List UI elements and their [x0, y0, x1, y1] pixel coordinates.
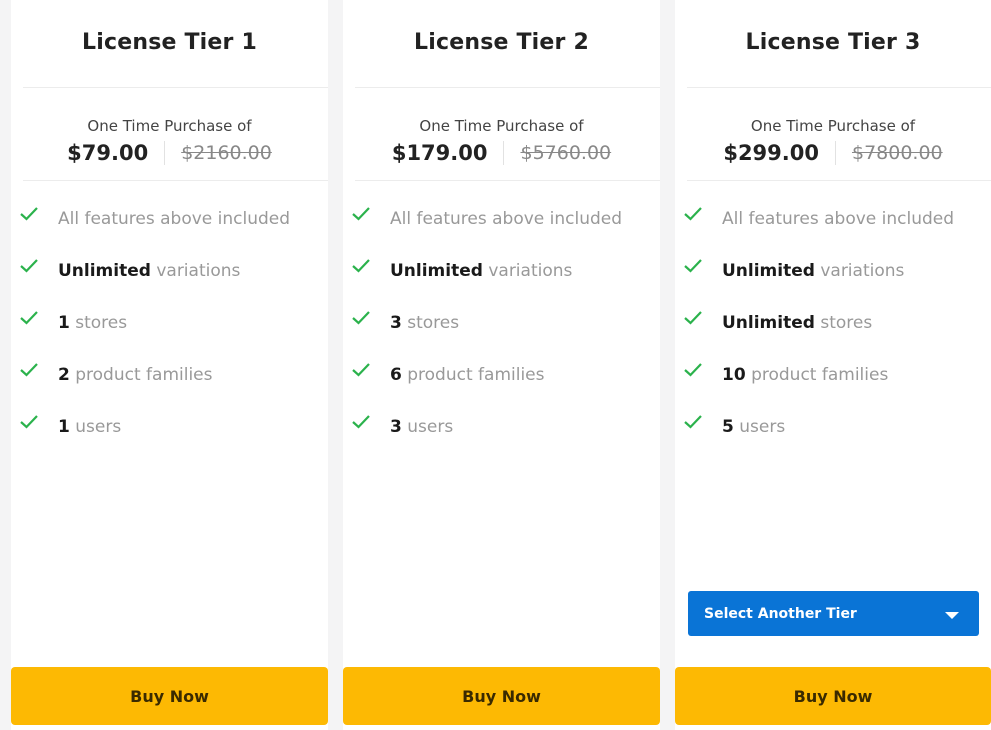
feature-value: 5 — [722, 417, 734, 437]
feature-item: 6 product families — [351, 360, 660, 390]
tier-title: License Tier 2 — [414, 30, 589, 55]
check-icon — [684, 415, 702, 429]
check-icon — [352, 363, 370, 377]
feature-value: 10 — [722, 365, 746, 385]
feature-item: All features above included — [351, 204, 660, 234]
check-icon — [20, 207, 38, 221]
tier-title: License Tier 1 — [82, 30, 257, 55]
price-row: $79.00 $2160.00 — [11, 141, 328, 165]
check-icon — [352, 207, 370, 221]
feature-value: Unlimited — [722, 261, 815, 281]
feature-item: 3 users — [351, 412, 660, 442]
feature-text: stores — [814, 313, 873, 333]
check-icon — [352, 259, 370, 273]
feature-text: variations — [150, 261, 241, 281]
check-icon — [684, 311, 702, 325]
tier-card-3: License Tier 3 One Time Purchase of $299… — [675, 0, 991, 730]
feature-text: users — [69, 417, 122, 437]
check-icon — [684, 363, 702, 377]
feature-item: Unlimited stores — [683, 308, 991, 338]
feature-value: 3 — [390, 417, 402, 437]
old-price: $5760.00 — [520, 142, 612, 164]
tier-card-2: License Tier 2 One Time Purchase of $179… — [343, 0, 660, 730]
purchase-label: One Time Purchase of — [419, 117, 584, 135]
feature-text: product families — [69, 365, 213, 385]
check-icon — [352, 415, 370, 429]
purchase-label: One Time Purchase of — [750, 117, 916, 135]
old-price: $2160.00 — [181, 142, 272, 164]
old-price: $7800.00 — [851, 142, 943, 164]
check-icon — [20, 259, 38, 273]
feature-text: product families — [401, 365, 545, 385]
feature-list: All features above included Unlimited var… — [683, 204, 991, 464]
divider — [355, 180, 660, 181]
select-label: Select Another Tier — [704, 605, 857, 622]
check-icon — [684, 259, 702, 273]
feature-item: 3 stores — [351, 308, 660, 338]
feature-text: All features above included — [390, 209, 623, 229]
feature-list: All features above included Unlimited var… — [19, 204, 328, 464]
feature-value: 1 — [58, 417, 70, 437]
divider — [687, 180, 991, 181]
buy-now-button[interactable]: Buy Now — [675, 667, 991, 725]
feature-item: Unlimited variations — [351, 256, 660, 286]
feature-item: 1 stores — [19, 308, 328, 338]
price-separator — [503, 141, 505, 165]
feature-text: stores — [401, 313, 460, 333]
feature-value: 1 — [58, 313, 70, 333]
feature-value: Unlimited — [58, 261, 151, 281]
feature-text: All features above included — [722, 209, 955, 229]
tier-title: License Tier 3 — [745, 30, 921, 55]
select-another-tier-dropdown[interactable]: Select Another Tier — [688, 591, 979, 636]
price: $299.00 — [723, 141, 819, 165]
feature-value: 3 — [390, 313, 402, 333]
feature-text: All features above included — [58, 209, 291, 229]
feature-list: All features above included Unlimited var… — [351, 204, 660, 464]
feature-item: Unlimited variations — [683, 256, 991, 286]
check-icon — [20, 415, 38, 429]
feature-text: product families — [745, 365, 889, 385]
divider — [23, 180, 328, 181]
divider — [687, 87, 991, 88]
feature-item: All features above included — [19, 204, 328, 234]
divider — [23, 87, 328, 88]
price: $179.00 — [391, 141, 488, 165]
price-row: $179.00 $5760.00 — [343, 141, 660, 165]
feature-value: Unlimited — [390, 261, 483, 281]
feature-item: 1 users — [19, 412, 328, 442]
divider — [355, 87, 660, 88]
feature-text: stores — [69, 313, 128, 333]
buy-now-button[interactable]: Buy Now — [343, 667, 660, 725]
price-row: $299.00 $7800.00 — [675, 141, 991, 165]
price: $79.00 — [67, 141, 149, 165]
price-separator — [834, 141, 836, 165]
buy-now-button[interactable]: Buy Now — [11, 667, 328, 725]
price-separator — [164, 141, 166, 165]
chevron-down-icon — [945, 611, 959, 619]
feature-item: 2 product families — [19, 360, 328, 390]
feature-text: variations — [482, 261, 573, 281]
feature-value: Unlimited — [722, 313, 815, 333]
check-icon — [20, 311, 38, 325]
feature-item: 10 product families — [683, 360, 991, 390]
feature-text: users — [733, 417, 786, 437]
check-icon — [684, 207, 702, 221]
feature-text: users — [401, 417, 454, 437]
feature-value: 6 — [390, 365, 402, 385]
check-icon — [20, 363, 38, 377]
feature-item: All features above included — [683, 204, 991, 234]
check-icon — [352, 311, 370, 325]
purchase-label: One Time Purchase of — [87, 117, 252, 135]
feature-value: 2 — [58, 365, 70, 385]
feature-item: Unlimited variations — [19, 256, 328, 286]
feature-text: variations — [814, 261, 905, 281]
tier-card-1: License Tier 1 One Time Purchase of $79.… — [11, 0, 328, 730]
feature-item: 5 users — [683, 412, 991, 442]
